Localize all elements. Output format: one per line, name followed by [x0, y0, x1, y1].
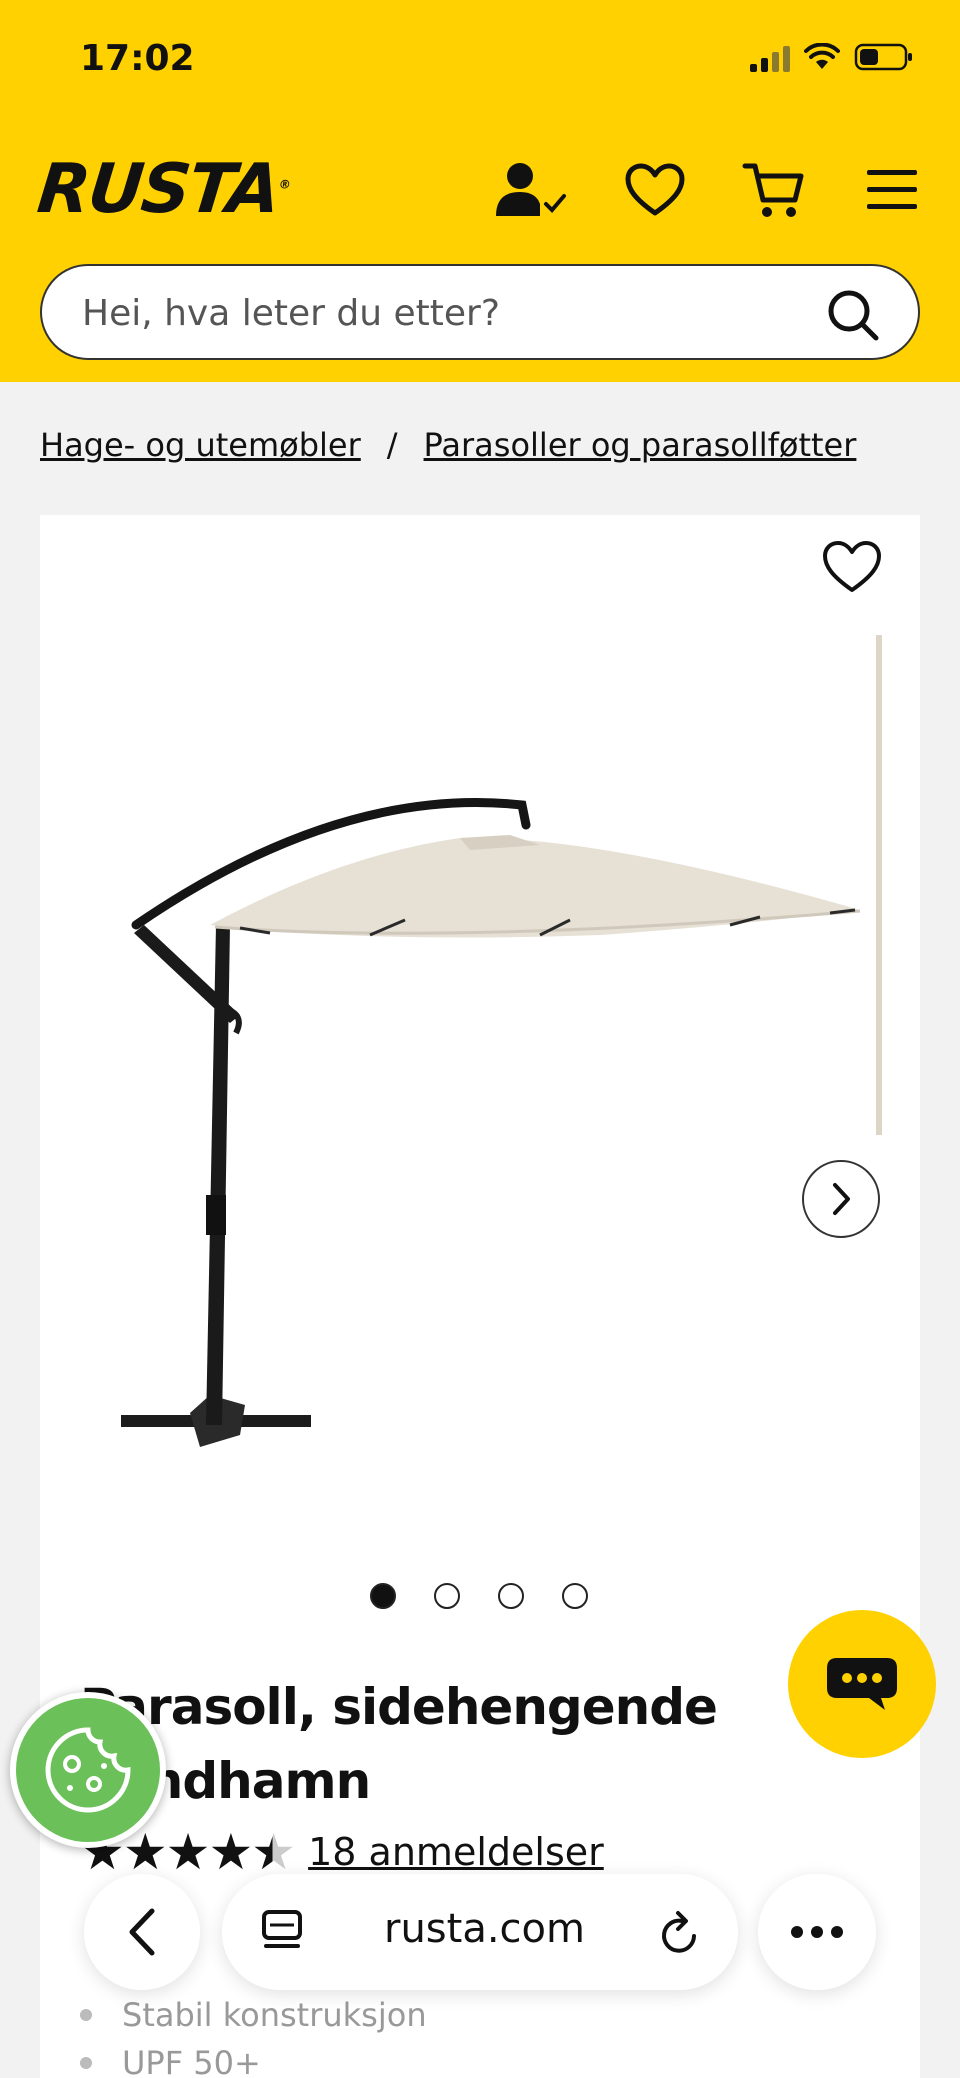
tabs-icon: [262, 1910, 302, 1948]
next-image-button[interactable]: [802, 1160, 880, 1238]
favorites-button[interactable]: [615, 150, 695, 230]
chat-button[interactable]: [788, 1610, 936, 1758]
chat-bubble-icon: [827, 1658, 897, 1710]
product-card: Parasoll, sidehengende Sandhamn ★★★★★ 18…: [40, 515, 920, 2078]
status-time: 17:02: [80, 38, 195, 79]
rusta-logo[interactable]: RUSTA®: [34, 150, 293, 229]
battery-icon: [854, 43, 912, 71]
chevron-right-icon: [833, 1183, 850, 1215]
account-check-icon: [496, 163, 566, 216]
reload-icon[interactable]: [658, 1908, 702, 1956]
url-text: rusta.com: [384, 1906, 585, 1952]
add-to-favorites-heart-icon[interactable]: [822, 537, 882, 597]
cookie-settings-button[interactable]: [10, 1692, 166, 1848]
search-input[interactable]: [82, 284, 822, 342]
gallery-dot[interactable]: [370, 1583, 396, 1609]
cart-button[interactable]: [733, 150, 813, 230]
gallery-dot[interactable]: [562, 1583, 588, 1609]
browser-back-button[interactable]: [84, 1874, 200, 1990]
more-icon: [791, 1926, 843, 1938]
search-bar: [40, 264, 920, 360]
breadcrumb-separator: /: [386, 426, 398, 464]
product-image-gallery[interactable]: [40, 635, 920, 1635]
breadcrumb: Hage- og utemøbler / Parasoller og paras…: [40, 426, 856, 464]
wifi-icon: [804, 43, 840, 69]
heart-icon: [625, 163, 685, 216]
logo-text: RUSTA: [33, 150, 283, 229]
product-title: Parasoll, sidehengende Sandhamn: [80, 1678, 718, 1810]
cookie-icon: [45, 1727, 131, 1813]
breadcrumb-link[interactable]: Parasoller og parasollføtter: [424, 426, 857, 464]
gallery-dot[interactable]: [498, 1583, 524, 1609]
address-bar[interactable]: rusta.com: [222, 1874, 738, 1990]
gallery-dot[interactable]: [434, 1583, 460, 1609]
search-icon[interactable]: [826, 288, 880, 342]
chevron-left-icon: [129, 1908, 155, 1956]
menu-icon: [867, 170, 917, 209]
account-button[interactable]: [492, 150, 572, 230]
browser-toolbar: rusta.com: [0, 1868, 960, 2008]
menu-button[interactable]: [852, 150, 932, 230]
site-header: 17:02 RUSTA®: [0, 0, 960, 382]
breadcrumb-link[interactable]: Hage- og utemøbler: [40, 426, 361, 464]
cellular-signal-icon: [750, 42, 790, 72]
feature-item: UPF 50+: [80, 2039, 427, 2078]
cart-icon: [742, 163, 804, 217]
status-icons: [750, 42, 914, 72]
gallery-pagination: [370, 1583, 588, 1609]
product-image: [121, 635, 882, 1447]
more-options-button[interactable]: [758, 1874, 876, 1990]
